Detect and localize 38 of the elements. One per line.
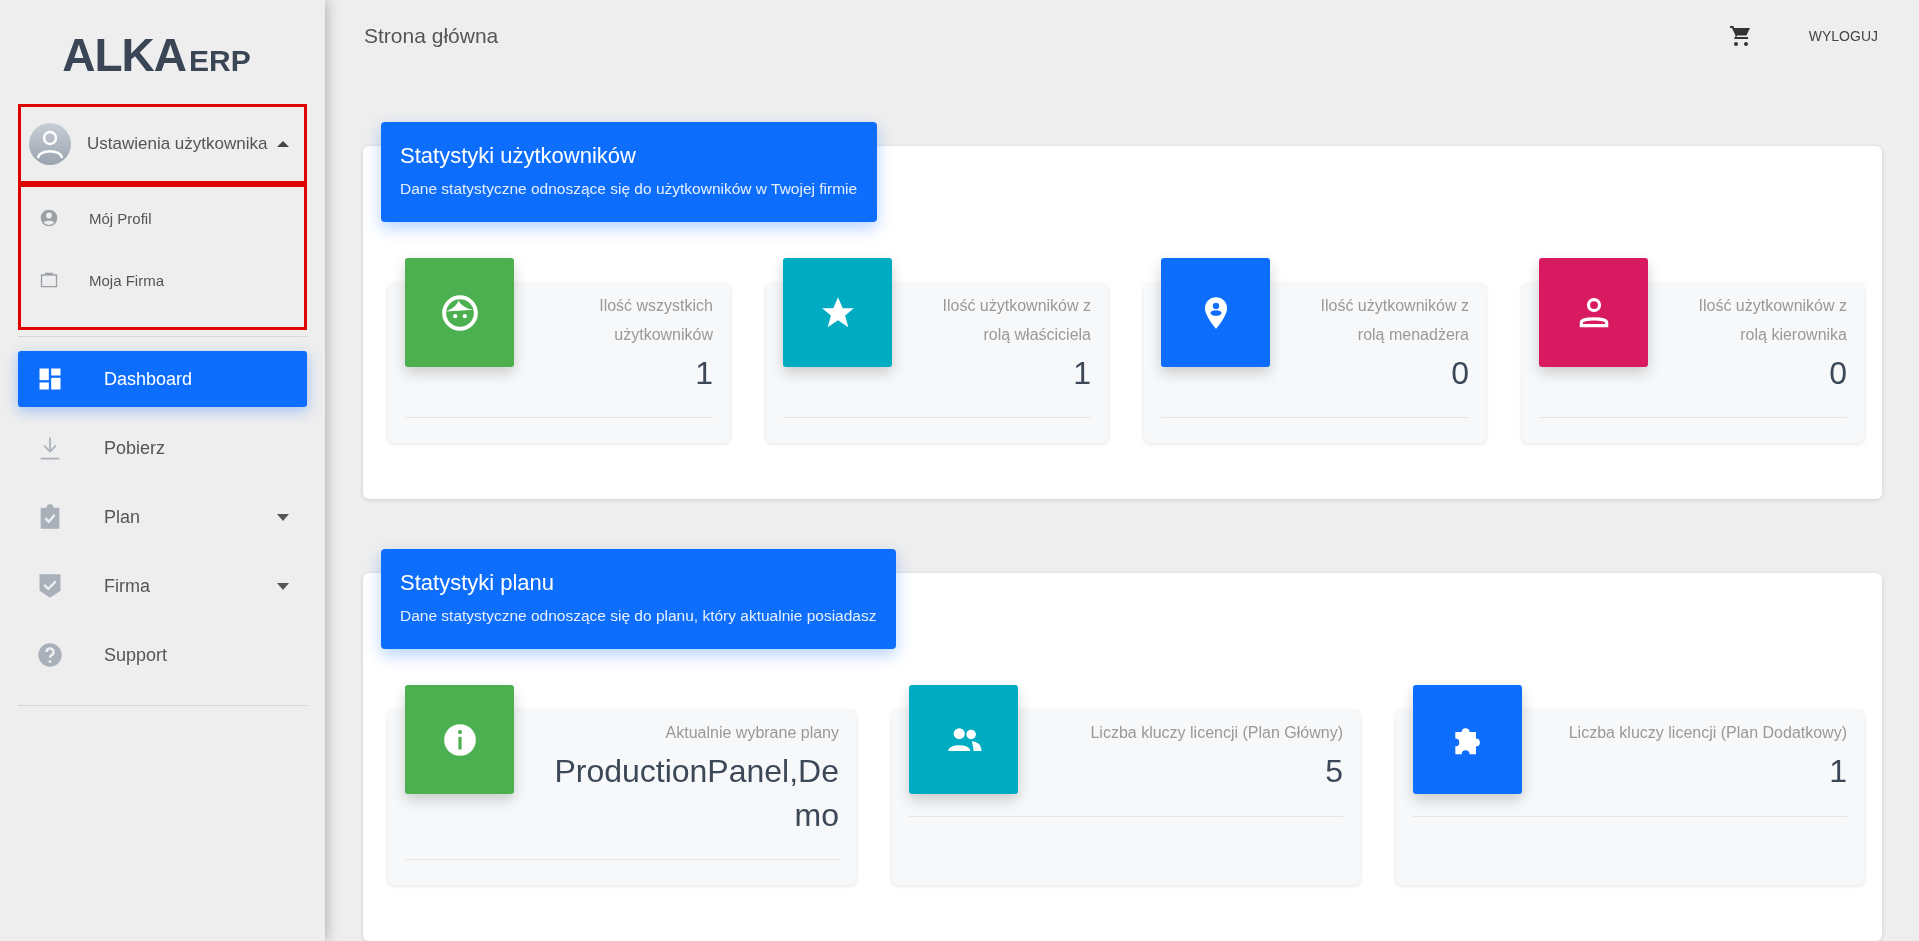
stat-label: Ilość użytkowników z rolą kierownika (1697, 296, 1847, 345)
stat-label: Liczba kluczy licencji (Plan Dodatkowy) (1567, 723, 1847, 743)
submenu-item[interactable]: Moja Firma (21, 249, 304, 311)
section-title: Statystyki planu (400, 569, 556, 597)
logout-button[interactable]: WYLOGUJ (1804, 24, 1882, 48)
section-subtitle: Dane statystyczne odnoszące się do planu, który aktualnie posiadasz (400, 606, 877, 626)
avatar-icon (29, 123, 71, 165)
stat-value: 1 (1828, 752, 1847, 791)
submenu-label: Mój Profil (89, 209, 152, 227)
briefcase-icon (39, 270, 59, 290)
stat-value: 1 (1072, 354, 1091, 393)
cart-icon[interactable] (1728, 24, 1753, 48)
stat-value: 0 (1828, 354, 1847, 393)
nav-item[interactable]: Plan (18, 489, 307, 545)
nav-item[interactable]: Support (18, 627, 307, 683)
user-settings-toggle[interactable]: Ustawienia użytkownika (18, 104, 307, 184)
stat-label: Aktualnie wybrane plany (664, 723, 839, 743)
submenu-label: Moja Firma (89, 271, 164, 289)
stat-label: Ilość użytkowników z rolą właściciela (941, 296, 1091, 345)
logo: ALKAERP (61, 28, 252, 83)
stat-value: ProductionPanel,Demo (553, 752, 839, 835)
caret-icon (277, 140, 290, 148)
stat-value: 5 (1324, 752, 1343, 791)
nav-item[interactable]: Pobierz (18, 420, 307, 476)
stat-label: Ilość użytkowników z rolą menadżera (1319, 296, 1469, 345)
help-icon (36, 641, 64, 669)
face-icon (440, 293, 479, 332)
stat-value: 1 (694, 354, 713, 393)
section-subtitle: Dane statystyczne odnoszące się do użytkowników w Twojej firmie (400, 179, 858, 199)
person-circle-icon (39, 208, 59, 228)
nav-item[interactable]: Dashboard (18, 351, 307, 407)
section-title: Statystyki użytkowników (400, 142, 637, 170)
stat-value: 0 (1450, 354, 1469, 393)
stat-label: Ilość wszystkich użytkowników (598, 296, 713, 345)
stat-label: Liczba kluczy licencji (Plan Główny) (1089, 723, 1343, 743)
nav-item[interactable]: Firma (18, 558, 307, 614)
page-title: Strona główna (364, 24, 500, 48)
submenu-item[interactable]: Mój Profil (21, 187, 304, 249)
